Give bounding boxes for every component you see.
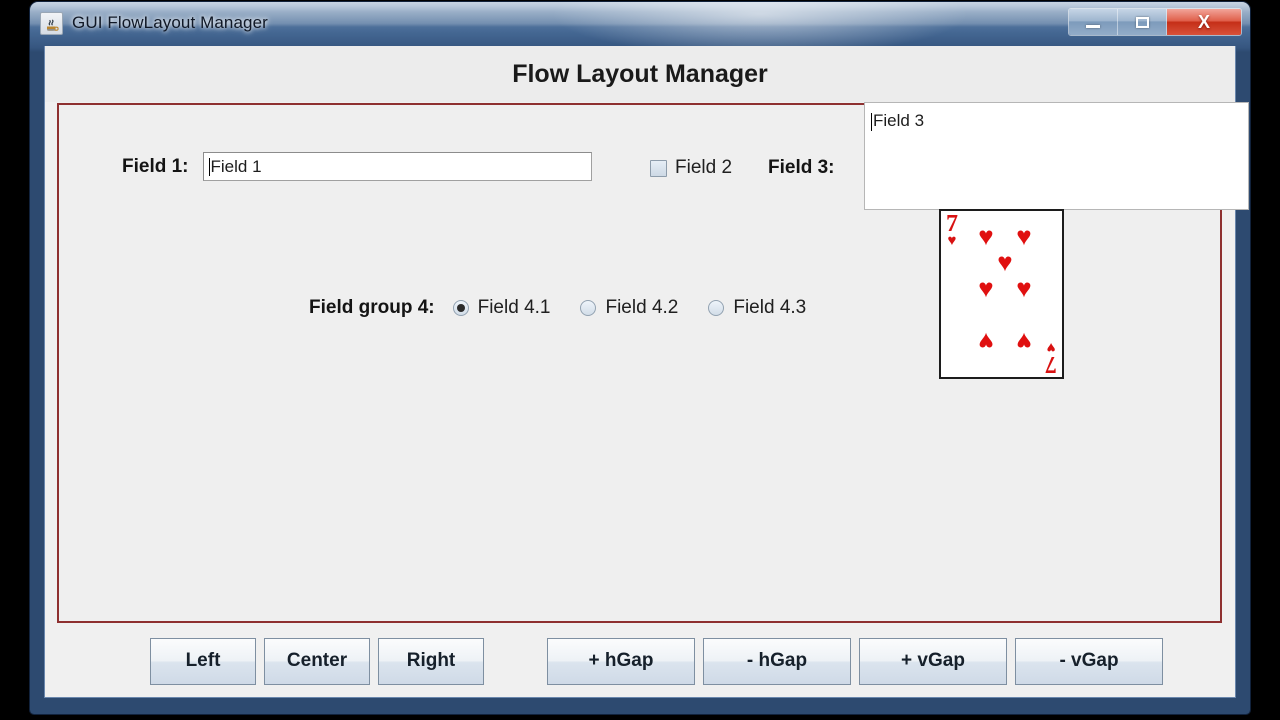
close-icon: X xyxy=(1197,12,1210,32)
radio-field-4-3[interactable]: Field 4.3 xyxy=(708,297,806,319)
card-pip-heart: ♥ xyxy=(978,273,994,303)
decrease-vgap-button[interactable]: - vGap xyxy=(1015,637,1163,685)
maximize-button[interactable] xyxy=(1118,9,1167,35)
window-title: GUI FlowLayout Manager xyxy=(72,13,268,32)
field2-checkbox[interactable] xyxy=(650,159,667,177)
content-panel: Field 1: Field 1 Field 2 Field 3: Field … xyxy=(57,102,1249,623)
left-button[interactable]: Left xyxy=(150,637,256,685)
card-corner-index-top: 7 ♥ xyxy=(946,212,958,249)
radio-icon[interactable] xyxy=(580,300,597,316)
textarea-caret xyxy=(871,112,872,131)
card-corner-index-bottom: 7 ♥ xyxy=(1045,339,1057,377)
radio-field-4-1-label: Field 4.1 xyxy=(477,297,551,318)
maximize-icon xyxy=(1135,16,1149,28)
playing-card-seven-of-hearts: 7 ♥ 7 ♥ ♥ ♥ ♥ ♥ ♥ ♥ ♥ xyxy=(939,209,1064,379)
right-button[interactable]: Right xyxy=(378,637,484,685)
card-pip-heart: ♥ xyxy=(978,327,994,357)
field-group4-label: Field group 4: xyxy=(309,297,435,318)
page-title: Flow Layout Manager xyxy=(512,59,768,88)
field2-checkbox-group[interactable]: Field 2 xyxy=(650,157,732,179)
increase-hgap-button[interactable]: + hGap xyxy=(547,637,695,685)
java-coffee-cup-icon xyxy=(40,12,63,35)
card-suit-icon-top: ♥ xyxy=(947,232,957,249)
card-pip-heart: ♥ xyxy=(997,247,1013,277)
radio-field-4-2[interactable]: Field 4.2 xyxy=(580,297,678,319)
decrease-hgap-button[interactable]: - hGap xyxy=(703,637,851,685)
field1-input[interactable]: Field 1 xyxy=(202,152,592,181)
title-bar[interactable]: GUI FlowLayout Manager X xyxy=(30,2,1250,48)
window-controls: X xyxy=(1068,8,1242,36)
minimize-button[interactable] xyxy=(1069,9,1118,35)
card-pip-heart: ♥ xyxy=(1016,327,1032,357)
card-pip-heart: ♥ xyxy=(978,221,994,251)
field1-value: Field 1 xyxy=(210,156,262,176)
field3-textarea[interactable]: Field 3 xyxy=(864,102,1249,210)
field3-label: Field 3: xyxy=(768,157,835,178)
card-pip-heart: ♥ xyxy=(1016,221,1032,251)
radio-icon[interactable] xyxy=(708,300,725,316)
field1-label: Field 1: xyxy=(122,155,189,177)
text-caret xyxy=(208,157,210,176)
field1-row: Field 1: Field 1 xyxy=(122,152,592,181)
screen: GUI FlowLayout Manager X Flow Layout Man… xyxy=(0,0,1280,720)
field-group4-row: Field group 4: Field 4.1 Field 4.2 Field… xyxy=(309,297,836,319)
center-button[interactable]: Center xyxy=(264,637,370,685)
close-button[interactable]: X xyxy=(1167,9,1241,35)
card-pip-heart: ♥ xyxy=(1016,273,1032,303)
radio-field-4-2-label: Field 4.2 xyxy=(605,297,679,318)
field2-label: Field 2 xyxy=(675,157,733,178)
radio-field-4-1[interactable]: Field 4.1 xyxy=(452,297,551,319)
field3-value: Field 3 xyxy=(873,111,925,130)
heading-band: Flow Layout Manager xyxy=(45,46,1235,102)
minimize-icon xyxy=(1086,24,1100,28)
application-window: GUI FlowLayout Manager X Flow Layout Man… xyxy=(30,2,1250,714)
radio-field-4-3-label: Field 4.3 xyxy=(733,297,807,318)
increase-vgap-button[interactable]: + vGap xyxy=(859,637,1007,685)
client-area: Flow Layout Manager Field 1: Field 1 Fie… xyxy=(44,46,1249,698)
radio-icon-selected[interactable] xyxy=(452,300,469,316)
button-bar: Left Center Right + hGap - hGap + vGap -… xyxy=(45,625,1235,697)
